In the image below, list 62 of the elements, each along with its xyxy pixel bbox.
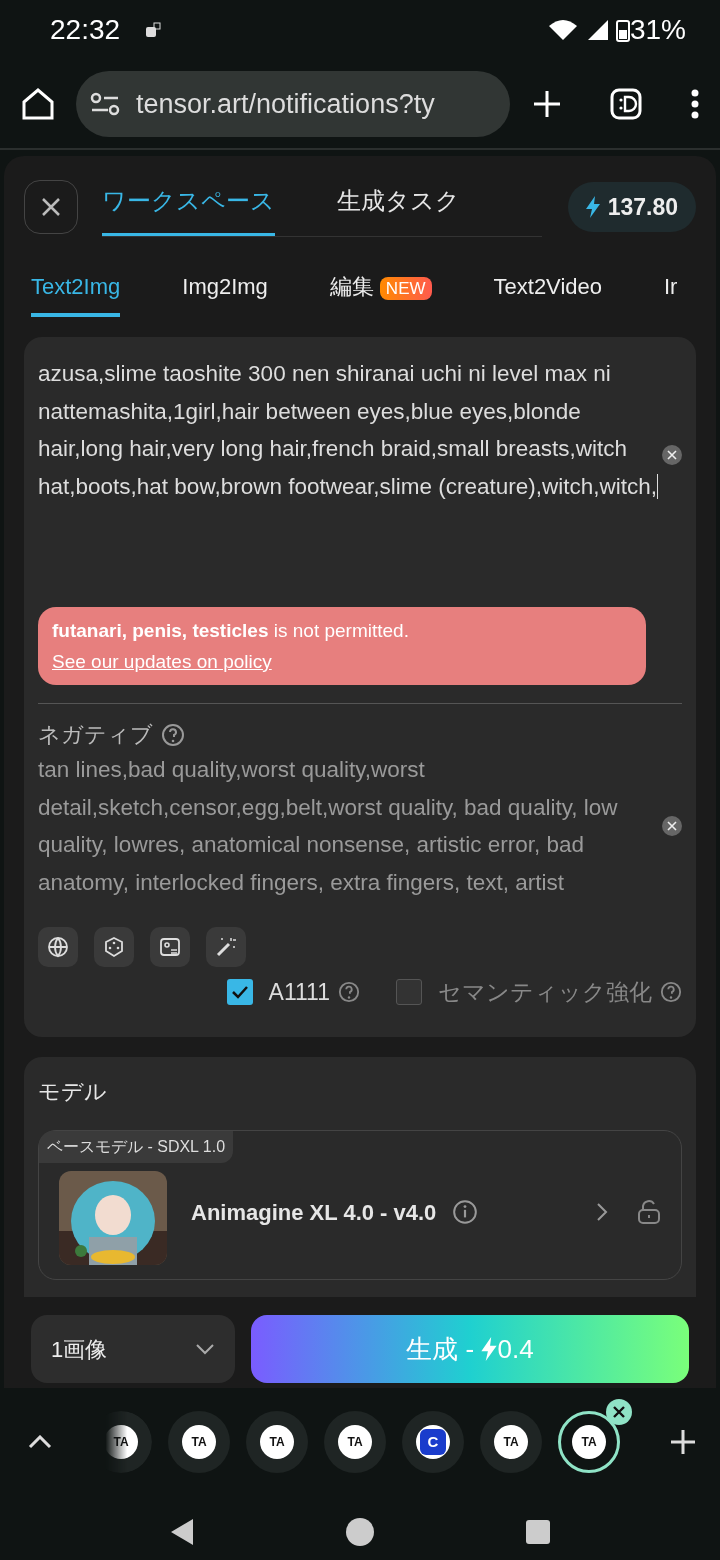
chevron-up-icon[interactable] xyxy=(28,1435,52,1449)
bolt-icon xyxy=(481,1337,498,1361)
option-label: セマンティック強化 xyxy=(438,978,652,1007)
mode-tab[interactable]: 編集 NEW xyxy=(329,270,432,317)
mode-tab[interactable]: Text2Video xyxy=(493,270,602,317)
clock: 22:32 xyxy=(50,13,121,47)
browser-tab[interactable]: C xyxy=(402,1411,464,1473)
browser-tab[interactable]: TA xyxy=(480,1411,542,1473)
unlock-icon[interactable] xyxy=(637,1199,661,1225)
site-settings-icon[interactable] xyxy=(90,92,120,116)
image-count-dropdown[interactable]: 1画像 xyxy=(31,1315,235,1383)
help-icon[interactable] xyxy=(338,981,360,1004)
wifi-icon xyxy=(547,18,578,42)
info-icon[interactable] xyxy=(452,1199,479,1225)
model-card[interactable]: ベースモデル - SDXL 1.0 Animagine XL 4.0 - v4.0 xyxy=(38,1130,682,1280)
workspace-tab[interactable]: ワークスペース xyxy=(102,183,275,236)
menu-icon[interactable] xyxy=(690,89,700,119)
clear-icon[interactable] xyxy=(662,816,682,836)
new-badge: NEW xyxy=(379,277,432,300)
model-title: モデル xyxy=(38,1078,107,1106)
browser-tab[interactable]: TA xyxy=(246,1411,308,1473)
mode-tab[interactable]: Img2Img xyxy=(182,270,268,317)
browser-tab[interactable]: TA xyxy=(168,1411,230,1473)
close-tab-icon[interactable] xyxy=(606,1399,632,1425)
dice-icon[interactable] xyxy=(94,927,134,967)
base-model-tag: ベースモデル - SDXL 1.0 xyxy=(39,1131,234,1163)
checkbox[interactable] xyxy=(226,979,253,1006)
help-icon[interactable] xyxy=(660,981,682,1004)
tab-switcher-icon[interactable] xyxy=(610,88,642,120)
chevron-down-icon xyxy=(195,1343,215,1355)
checkbox[interactable] xyxy=(396,979,422,1006)
new-tab-icon[interactable] xyxy=(532,89,562,119)
bolt-icon xyxy=(585,196,600,218)
mode-tab[interactable]: Text2Img xyxy=(31,270,121,317)
address-bar[interactable]: tensor.art/notifications?ty xyxy=(76,71,510,137)
magic-wand-icon[interactable] xyxy=(206,927,246,967)
close-icon xyxy=(41,197,61,217)
option-label: A1111 xyxy=(268,978,330,1007)
close-button[interactable] xyxy=(24,180,78,234)
globe-icon[interactable] xyxy=(38,927,78,967)
clear-icon[interactable] xyxy=(662,445,682,465)
workspace-tab[interactable]: 生成タスク xyxy=(337,183,460,236)
battery-icon xyxy=(615,18,630,42)
browser-tab[interactable]: TA xyxy=(324,1411,386,1473)
add-tab-icon[interactable] xyxy=(670,1429,696,1455)
back-icon[interactable] xyxy=(169,1517,195,1547)
home-button-icon[interactable] xyxy=(345,1517,375,1547)
policy-warning: futanari, penis, testicles is not permitted. xyxy=(52,620,409,641)
checkmark-icon xyxy=(230,985,249,1000)
negative-prompt-input[interactable]: tan lines,bad quality,worst quality,worst detail,sketch,censor,egg,belt,worst quality, bad quality, low quality, lowres, anatomical nonsense, artistic error, bad anatomy, interlocked fingers, extra fingers, text, artist xyxy=(38,751,662,901)
notification-icon xyxy=(144,21,163,39)
home-icon[interactable] xyxy=(20,86,56,122)
chevron-right-icon[interactable] xyxy=(595,1202,609,1222)
recents-icon[interactable] xyxy=(525,1519,551,1545)
help-icon[interactable] xyxy=(161,722,185,747)
id-card-icon[interactable] xyxy=(150,927,190,967)
prompt-input[interactable]: azusa,slime taoshite 300 nen shiranai uchi ni level max ni nattemashita,1girl,hair between eyes,blue eyes,blonde hair,long hair,very long hair,french braid,small breasts,witch hat,boots,hat bow,brown footwear,slime (creature),witch,witch, xyxy=(38,355,662,555)
negative-label: ネガティブ xyxy=(38,721,153,749)
mode-tab[interactable]: Ir xyxy=(664,270,678,317)
model-name: Animagine XL 4.0 - v4.0 xyxy=(191,1198,437,1227)
battery-level: 31% xyxy=(629,13,686,47)
credits-badge: 137.80 xyxy=(567,182,696,232)
